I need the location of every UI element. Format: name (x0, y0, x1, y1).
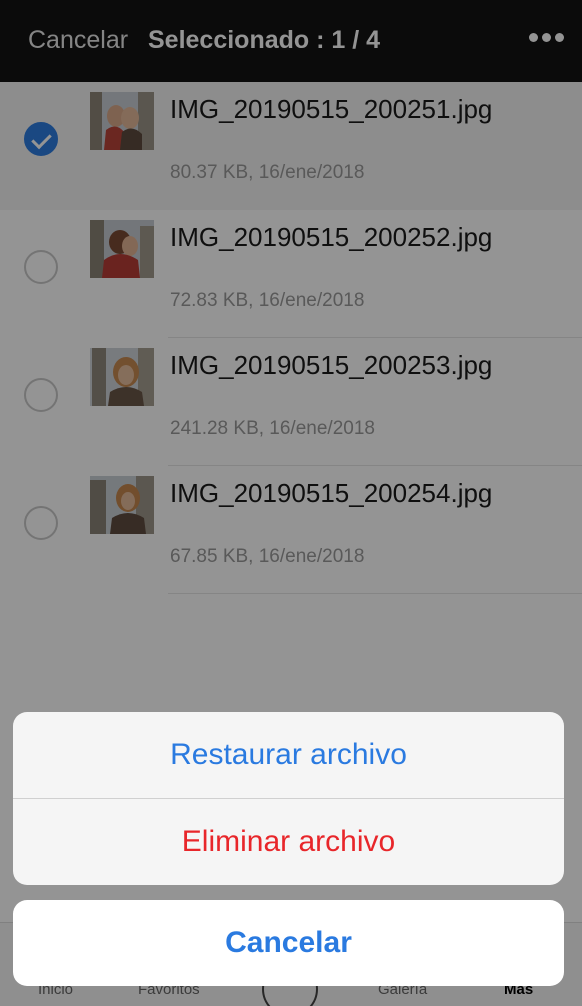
action-sheet: Restaurar archivo Eliminar archivo (13, 712, 564, 885)
cancel-button[interactable]: Cancelar (13, 900, 564, 986)
delete-file-button[interactable]: Eliminar archivo (13, 799, 564, 885)
restore-file-button[interactable]: Restaurar archivo (13, 712, 564, 798)
